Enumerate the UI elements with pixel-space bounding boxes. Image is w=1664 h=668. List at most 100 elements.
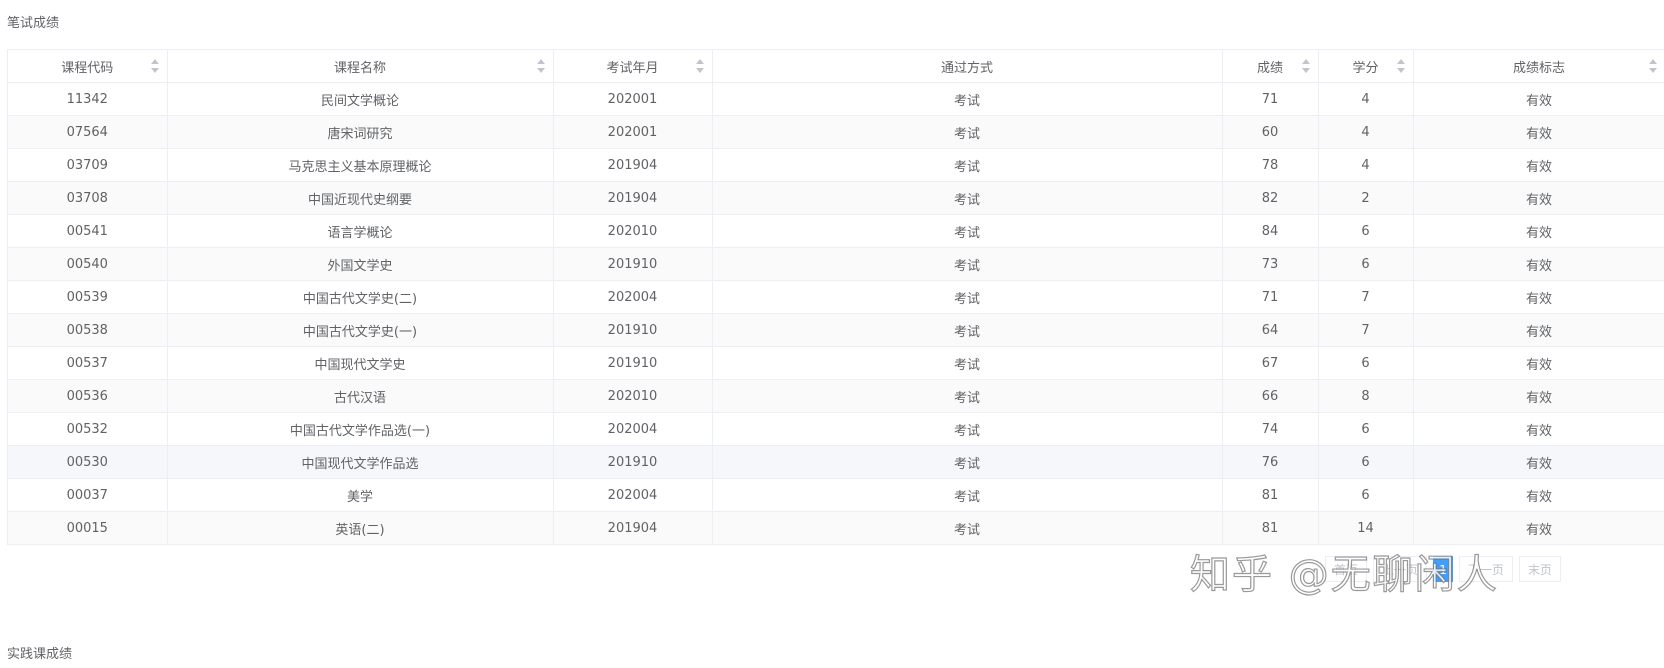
cell-exam-month: 201904 [553,511,713,545]
sort-caret-icon[interactable] [150,59,159,73]
cell-score: 78 [1222,148,1319,182]
cell-score-flag: 有效 [1413,511,1664,545]
sort-caret-icon[interactable] [695,59,704,73]
cell-score-flag: 有效 [1413,412,1664,446]
sort-caret-icon[interactable] [536,59,545,73]
next-page-button[interactable]: 下一页 [1459,556,1514,582]
sort-caret-icon[interactable] [1648,59,1657,73]
cell-course-name: 外国文学史 [167,247,554,281]
cell-exam-month: 202010 [553,379,713,413]
cell-score: 81 [1222,478,1319,512]
column-header-course-name[interactable]: 课程名称 [167,50,554,83]
column-header-credit[interactable]: 学分 [1318,50,1414,83]
cell-exam-month: 202001 [553,82,713,116]
cell-score-flag: 有效 [1413,82,1664,116]
cell-credit: 6 [1318,445,1414,479]
cell-score: 71 [1222,280,1319,314]
column-header-pass-method: 通过方式 [712,50,1223,83]
cell-course-code: 00536 [8,379,168,413]
cell-score: 64 [1222,313,1319,347]
cell-credit: 6 [1318,478,1414,512]
cell-credit: 4 [1318,148,1414,182]
table-row[interactable]: 03709 马克思主义基本原理概论 201904 考试 78 4 有效 [8,148,1664,182]
cell-pass-method: 考试 [712,115,1223,149]
written-scores-table: 课程代码 课程名称 考试年月 通过方式 成绩 学分 成绩标志 11342 民间文学… [7,49,1664,545]
table-row[interactable]: 00532 中国古代文学作品选(一) 202004 考试 74 6 有效 [8,412,1664,446]
cell-credit: 7 [1318,280,1414,314]
header-label: 通过方式 [940,60,993,76]
first-page-button[interactable]: 首页 [1325,556,1368,582]
cell-credit: 2 [1318,181,1414,215]
column-header-score[interactable]: 成绩 [1222,50,1319,83]
cell-pass-method: 考试 [712,346,1223,380]
table-row[interactable]: 03708 中国近现代史纲要 201904 考试 82 2 有效 [8,181,1664,215]
table-row[interactable]: 00538 中国古代文学史(一) 201910 考试 64 7 有效 [8,313,1664,347]
cell-course-name: 中国古代文学史(一) [167,313,554,347]
table-row[interactable]: 00037 美学 202004 考试 81 6 有效 [8,478,1664,512]
table-row[interactable]: 00539 中国古代文学史(二) 202004 考试 71 7 有效 [8,280,1664,314]
cell-exam-month: 201910 [553,247,713,281]
table-row[interactable]: 07564 唐宋词研究 202001 考试 60 4 有效 [8,115,1664,149]
cell-pass-method: 考试 [712,412,1223,446]
cell-pass-method: 考试 [712,247,1223,281]
table-row[interactable]: 00530 中国现代文学作品选 201910 考试 76 6 有效 [8,445,1664,479]
table-row[interactable]: 00537 中国现代文学史 201910 考试 67 6 有效 [8,346,1664,380]
column-header-exam-month[interactable]: 考试年月 [553,50,713,83]
cell-credit: 6 [1318,412,1414,446]
cell-score: 82 [1222,181,1319,215]
cell-exam-month: 201910 [553,346,713,380]
cell-pass-method: 考试 [712,148,1223,182]
cell-exam-month: 202004 [553,280,713,314]
cell-course-code: 07564 [8,115,168,149]
cell-credit: 6 [1318,247,1414,281]
cell-course-code: 00537 [8,346,168,380]
cell-course-name: 中国现代文学史 [167,346,554,380]
cell-score: 81 [1222,511,1319,545]
pagination: 首页 上一页 1 下一页 末页 [1325,556,1562,582]
table-row[interactable]: 00540 外国文学史 201910 考试 73 6 有效 [8,247,1664,281]
cell-course-code: 00015 [8,511,168,545]
cell-course-name: 民间文学概论 [167,82,554,116]
cell-course-code: 00530 [8,445,168,479]
cell-exam-month: 202001 [553,115,713,149]
cell-score-flag: 有效 [1413,379,1664,413]
last-page-button[interactable]: 末页 [1519,556,1562,582]
cell-score-flag: 有效 [1413,181,1664,215]
cell-exam-month: 202004 [553,412,713,446]
cell-exam-month: 201904 [553,181,713,215]
cell-course-name: 美学 [167,478,554,512]
cell-credit: 6 [1318,214,1414,248]
column-header-score-flag[interactable]: 成绩标志 [1413,50,1664,83]
sort-caret-icon[interactable] [1396,59,1405,73]
table-row[interactable]: 00536 古代汉语 202010 考试 66 8 有效 [8,379,1664,413]
cell-course-code: 03709 [8,148,168,182]
cell-score-flag: 有效 [1413,313,1664,347]
cell-course-code: 03708 [8,181,168,215]
cell-exam-month: 201904 [553,148,713,182]
cell-score-flag: 有效 [1413,478,1664,512]
table-row[interactable]: 11342 民间文学概论 202001 考试 71 4 有效 [8,82,1664,116]
column-header-course-code[interactable]: 课程代码 [8,50,168,83]
header-label: 课程名称 [333,60,386,76]
cell-score-flag: 有效 [1413,148,1664,182]
cell-course-code: 00539 [8,280,168,314]
current-page-button[interactable]: 1 [1433,556,1454,582]
practice-scores-title: 实践课成绩 [7,647,73,662]
sort-caret-icon[interactable] [1301,59,1310,73]
cell-course-code: 00541 [8,214,168,248]
cell-credit: 7 [1318,313,1414,347]
cell-score: 76 [1222,445,1319,479]
cell-credit: 6 [1318,346,1414,380]
written-scores-title: 笔试成绩 [7,16,60,31]
cell-pass-method: 考试 [712,181,1223,215]
cell-score: 60 [1222,115,1319,149]
cell-exam-month: 202004 [553,478,713,512]
cell-pass-method: 考试 [712,379,1223,413]
cell-course-code: 00037 [8,478,168,512]
prev-page-button[interactable]: 上一页 [1373,556,1428,582]
table-row[interactable]: 00015 英语(二) 201904 考试 81 14 有效 [8,511,1664,545]
cell-exam-month: 201910 [553,445,713,479]
cell-credit: 4 [1318,82,1414,116]
cell-exam-month: 201910 [553,313,713,347]
table-row[interactable]: 00541 语言学概论 202010 考试 84 6 有效 [8,214,1664,248]
